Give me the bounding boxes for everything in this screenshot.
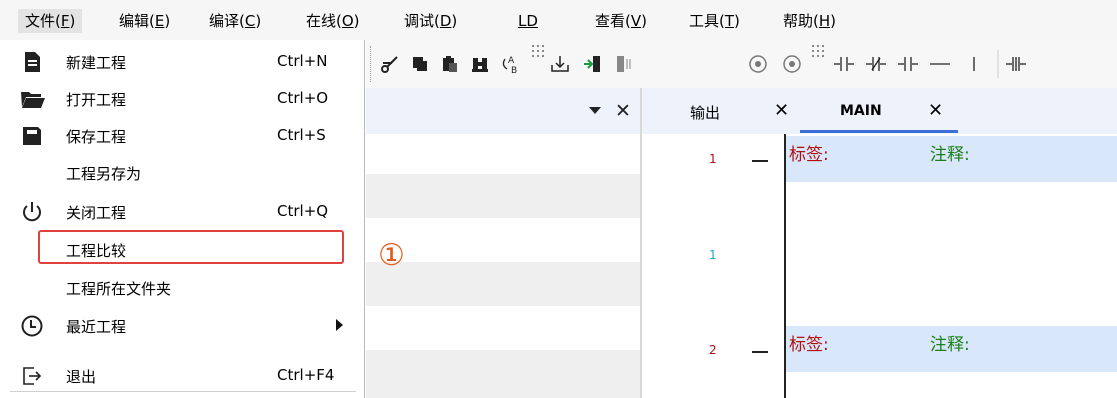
menu-item-label: 保存工程 xyxy=(66,128,127,146)
contact-pulse-icon[interactable] xyxy=(894,50,922,78)
toolbar: AB xyxy=(366,40,1117,88)
panel-row xyxy=(366,218,640,262)
svg-text:B: B xyxy=(511,66,517,75)
menu-item-project-folder[interactable]: 工程所在文件夹 xyxy=(0,270,364,306)
cut-icon[interactable] xyxy=(376,50,404,78)
menu-item-exit[interactable]: 退出 Ctrl+F4 xyxy=(0,358,364,394)
panel-row xyxy=(366,134,640,174)
new-document-icon xyxy=(20,50,44,74)
menu-item-label: 工程所在文件夹 xyxy=(66,280,172,298)
rung-collapse-toggle[interactable] xyxy=(752,351,768,353)
menu-item-label: 打开工程 xyxy=(66,91,127,109)
rung-label[interactable]: 标签: xyxy=(789,330,829,355)
exit-icon xyxy=(20,364,44,388)
clock-icon xyxy=(20,314,44,338)
menu-item-new-project[interactable]: 新建工程 Ctrl+N xyxy=(0,44,364,80)
annotation-marker: ① xyxy=(378,238,405,273)
panel-row xyxy=(366,306,640,350)
rung-number: 2 xyxy=(709,343,717,357)
download-icon[interactable] xyxy=(546,50,574,78)
panel-dropdown-icon[interactable] xyxy=(586,100,604,120)
rung-comment[interactable]: 注释: xyxy=(930,330,970,355)
pane-divider[interactable] xyxy=(640,88,642,398)
toolbar-grip xyxy=(370,46,373,82)
menu-bar: 文件(F) 编辑(E) 编译(C) 在线(O) 调试(D) LD 查看(V) 工… xyxy=(0,0,1117,40)
menu-item-label: 最近工程 xyxy=(66,318,127,336)
tab-bar: 输出 ✕ MAIN ✕ xyxy=(642,88,1117,134)
menu-help[interactable]: 帮助(H) xyxy=(776,9,843,33)
power-icon xyxy=(20,200,44,224)
contact-no-icon[interactable] xyxy=(830,50,858,78)
grid-dots-icon-2[interactable] xyxy=(804,45,832,78)
menu-item-label: 退出 xyxy=(66,368,97,386)
panel-row xyxy=(366,262,640,306)
contact-nc-icon[interactable] xyxy=(862,50,890,78)
panel-row xyxy=(366,174,640,218)
menu-item-label: 关闭工程 xyxy=(66,204,127,222)
menu-item-open-project[interactable]: 打开工程 Ctrl+O xyxy=(0,81,364,117)
menu-item-shortcut: Ctrl+S xyxy=(277,126,326,144)
menu-item-save-as[interactable]: 工程另存为 xyxy=(0,155,364,191)
menu-item-label: 新建工程 xyxy=(66,54,127,72)
menu-ld[interactable]: LD xyxy=(511,9,545,33)
menu-item-recent-projects[interactable]: 最近工程 xyxy=(0,308,364,344)
svg-text:A: A xyxy=(508,56,515,66)
insert-right-icon[interactable] xyxy=(610,50,638,78)
tab-main-close-icon[interactable]: ✕ xyxy=(928,101,943,121)
paste-icon[interactable] xyxy=(436,50,464,78)
ladder-left-rail xyxy=(784,134,786,398)
tab-main-label: MAIN xyxy=(840,103,882,119)
menu-item-save-project[interactable]: 保存工程 Ctrl+S xyxy=(0,118,364,154)
coil-icon[interactable] xyxy=(778,50,806,78)
tab-output-label: 输出 xyxy=(690,104,721,122)
rung-label[interactable]: 标签: xyxy=(789,140,829,165)
tab-output[interactable]: 输出 ✕ xyxy=(642,88,796,134)
menu-compile[interactable]: 编译(C) xyxy=(202,9,268,33)
active-tab-indicator xyxy=(800,130,958,133)
menu-file[interactable]: 文件(F) xyxy=(18,9,83,33)
replace-icon[interactable]: AB xyxy=(496,50,524,78)
binoculars-icon[interactable] xyxy=(466,50,494,78)
menu-item-close-project[interactable]: 关闭工程 Ctrl+Q xyxy=(0,194,364,230)
function-block-icon[interactable] xyxy=(1002,50,1030,78)
submenu-arrow-icon xyxy=(336,319,343,331)
menu-item-shortcut: Ctrl+Q xyxy=(277,202,329,220)
floppy-disk-icon xyxy=(20,124,44,148)
menu-view[interactable]: 查看(V) xyxy=(588,9,654,33)
menu-item-shortcut: Ctrl+O xyxy=(277,89,329,107)
rung-line-number: 1 xyxy=(709,248,717,262)
tab-main[interactable]: MAIN ✕ xyxy=(800,88,958,134)
rung-collapse-toggle[interactable] xyxy=(752,160,768,162)
horizontal-line-icon[interactable] xyxy=(926,50,954,78)
menu-edit[interactable]: 编辑(E) xyxy=(112,9,177,33)
menu-tools[interactable]: 工具(T) xyxy=(682,9,747,33)
menu-item-shortcut: Ctrl+F4 xyxy=(277,366,335,384)
tab-output-close-icon[interactable]: ✕ xyxy=(774,101,789,121)
copy-icon[interactable] xyxy=(406,50,434,78)
annotation-highlight-box xyxy=(38,230,344,264)
menu-online[interactable]: 在线(O) xyxy=(299,9,367,33)
rung-number: 1 xyxy=(709,152,717,166)
file-menu-dropdown: 新建工程 Ctrl+N 打开工程 Ctrl+O 保存工程 Ctrl+S 工程另存… xyxy=(0,40,365,398)
rung-comment[interactable]: 注释: xyxy=(930,140,970,165)
insert-left-icon[interactable] xyxy=(578,50,606,78)
menu-debug[interactable]: 调试(D) xyxy=(397,9,464,33)
panel-row xyxy=(366,350,640,398)
folder-open-icon xyxy=(20,87,45,111)
menu-item-shortcut: Ctrl+N xyxy=(277,52,328,70)
panel-close-icon[interactable]: ✕ xyxy=(612,100,634,122)
coil-outline-icon[interactable] xyxy=(744,50,772,78)
menu-item-label: 工程另存为 xyxy=(66,165,142,183)
